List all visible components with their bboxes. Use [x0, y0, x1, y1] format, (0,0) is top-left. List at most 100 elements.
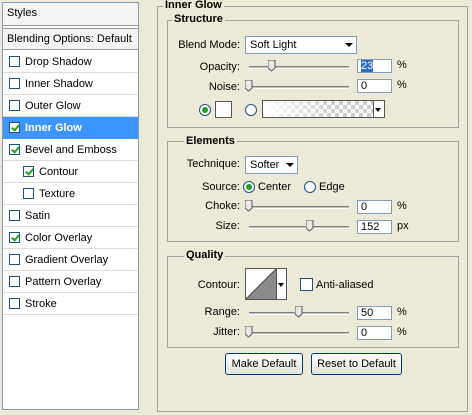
style-item-label: Inner Glow	[25, 121, 82, 134]
style-item-stroke[interactable]: Stroke	[3, 293, 138, 315]
opacity-input[interactable]: 23	[357, 59, 392, 73]
size-label: Size:	[215, 220, 240, 232]
style-item-label: Inner Shadow	[25, 77, 93, 90]
style-checkbox[interactable]	[9, 56, 20, 67]
choke-input[interactable]: 0	[357, 200, 392, 214]
style-item-label: Contour	[39, 165, 79, 178]
opacity-slider-track[interactable]	[249, 66, 349, 69]
jitter-slider-thumb[interactable]	[245, 326, 253, 338]
chevron-down-icon	[278, 283, 284, 287]
technique-select[interactable]: Softer	[245, 156, 298, 174]
style-checkbox[interactable]	[9, 78, 20, 89]
source-label: Source:	[202, 181, 240, 193]
structure-title: Structure	[172, 13, 225, 25]
range-label: Range:	[204, 306, 240, 318]
blending-options-item[interactable]: Blending Options: Default	[3, 28, 138, 50]
opacity-label: Opacity:	[199, 61, 240, 73]
gradient-swatch[interactable]	[262, 100, 374, 118]
choke-slider-track[interactable]	[249, 206, 349, 209]
inner-glow-title: Inner Glow	[163, 0, 224, 11]
opacity-slider-thumb[interactable]	[268, 60, 276, 72]
style-item-label: Stroke	[25, 297, 57, 310]
opacity-value: 23	[361, 60, 374, 72]
style-item-label: Outer Glow	[25, 99, 81, 112]
gradient-dropdown[interactable]	[374, 100, 385, 118]
anti-aliased-checkbox[interactable]	[300, 278, 313, 291]
style-checkbox[interactable]	[23, 166, 34, 177]
style-item-label: Gradient Overlay	[25, 253, 109, 266]
style-checkbox[interactable]	[23, 188, 34, 199]
style-item-outer-glow[interactable]: Outer Glow	[3, 95, 138, 117]
blend-mode-label: Blend Mode:	[178, 39, 240, 51]
gradient-fade	[263, 101, 333, 117]
style-item-inner-shadow[interactable]: Inner Shadow	[3, 73, 138, 95]
elements-title: Elements	[184, 135, 237, 147]
anti-aliased-label: Anti-aliased	[316, 279, 374, 291]
choke-label: Choke:	[205, 200, 240, 212]
jitter-value: 0	[361, 327, 368, 339]
style-item-label: Pattern Overlay	[25, 275, 102, 288]
style-item-drop-shadow[interactable]: Drop Shadow	[3, 51, 138, 73]
range-input[interactable]: 50	[357, 306, 392, 320]
style-checkbox[interactable]	[9, 232, 20, 243]
style-item-pattern-overlay[interactable]: Pattern Overlay	[3, 271, 138, 293]
jitter-slider-track[interactable]	[249, 332, 349, 335]
noise-unit: %	[397, 79, 407, 91]
glow-color-swatch[interactable]	[215, 101, 232, 118]
style-item-inner-glow[interactable]: Inner Glow	[3, 117, 138, 139]
size-slider-track[interactable]	[249, 226, 349, 229]
source-center-radio[interactable]	[243, 181, 255, 193]
opacity-unit: %	[397, 59, 407, 71]
style-item-label: Color Overlay	[25, 231, 93, 244]
noise-input[interactable]: 0	[357, 79, 392, 93]
chevron-down-icon	[345, 43, 353, 47]
style-checkbox[interactable]	[9, 100, 20, 111]
style-item-label: Satin	[25, 209, 51, 222]
technique-value: Softer	[250, 159, 280, 171]
choke-value: 0	[361, 201, 368, 213]
make-default-button[interactable]: Make Default	[225, 353, 303, 375]
solid-color-radio[interactable]	[199, 104, 211, 116]
size-input[interactable]: 152	[357, 220, 392, 234]
style-item-gradient-overlay[interactable]: Gradient Overlay	[3, 249, 138, 271]
noise-slider-thumb[interactable]	[245, 80, 253, 92]
chevron-down-icon	[375, 108, 381, 112]
style-item-bevel-and-emboss[interactable]: Bevel and Emboss	[3, 139, 138, 161]
style-item-texture[interactable]: Texture	[3, 183, 138, 205]
style-item-label: Bevel and Emboss	[25, 143, 117, 156]
technique-label: Technique:	[186, 158, 240, 170]
jitter-input[interactable]: 0	[357, 326, 392, 340]
size-unit: px	[397, 220, 409, 232]
styles-header[interactable]: Styles	[3, 3, 138, 26]
style-checkbox[interactable]	[9, 122, 20, 133]
style-item-label: Drop Shadow	[25, 55, 92, 68]
style-checkbox[interactable]	[9, 276, 20, 287]
style-checkbox[interactable]	[9, 298, 20, 309]
source-edge-radio[interactable]	[304, 181, 316, 193]
reset-to-default-button[interactable]: Reset to Default	[311, 353, 402, 375]
jitter-unit: %	[397, 326, 407, 338]
styles-list: Styles Blending Options: Default Drop Sh…	[2, 2, 139, 410]
source-center-label: Center	[258, 181, 292, 193]
contour-curve-icon	[245, 268, 277, 300]
style-checkbox[interactable]	[9, 144, 20, 155]
choke-unit: %	[397, 200, 407, 212]
style-item-contour[interactable]: Contour	[3, 161, 138, 183]
range-slider-thumb[interactable]	[295, 306, 303, 318]
contour-label: Contour:	[197, 279, 240, 291]
contour-preview[interactable]	[245, 268, 277, 300]
style-item-label: Texture	[39, 187, 76, 200]
size-value: 152	[361, 221, 380, 233]
noise-slider-track[interactable]	[249, 86, 349, 89]
noise-label: Noise:	[208, 81, 240, 93]
noise-value: 0	[361, 80, 368, 92]
style-checkbox[interactable]	[9, 254, 20, 265]
contour-dropdown[interactable]	[277, 268, 287, 300]
style-item-satin[interactable]: Satin	[3, 205, 138, 227]
size-slider-thumb[interactable]	[305, 220, 314, 232]
blend-mode-select[interactable]: Soft Light	[245, 36, 357, 54]
gradient-radio[interactable]	[245, 104, 257, 116]
style-checkbox[interactable]	[9, 210, 20, 221]
choke-slider-thumb[interactable]	[245, 200, 253, 212]
style-item-color-overlay[interactable]: Color Overlay	[3, 227, 138, 249]
